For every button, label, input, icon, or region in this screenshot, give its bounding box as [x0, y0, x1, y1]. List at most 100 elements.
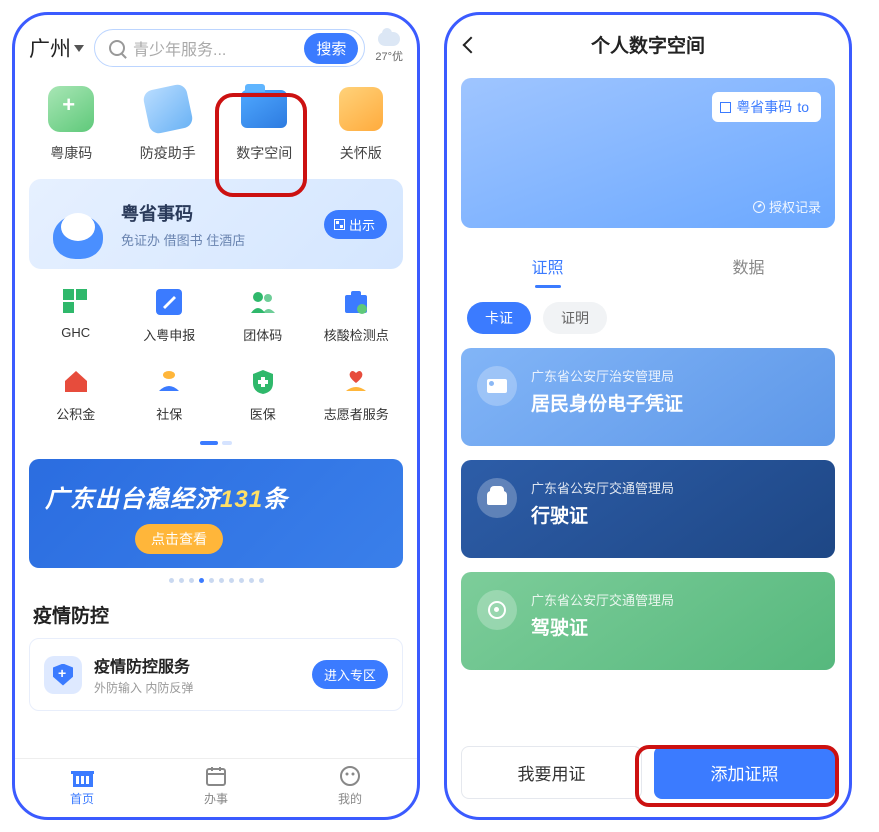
promo-button[interactable]: 点击查看: [135, 524, 223, 554]
grid-item-housing-fund[interactable]: 公积金: [29, 366, 123, 423]
tab-certificates[interactable]: 证照: [447, 244, 648, 288]
edit-icon: [154, 287, 184, 317]
quick-item-health-code[interactable]: 粤康码: [31, 83, 111, 163]
quick-access-row: 粤康码 防疫助手 数字空间 关怀版: [15, 73, 417, 179]
grid-label: 志愿者服务: [324, 404, 389, 423]
chevron-down-icon: [74, 45, 84, 52]
quick-item-epidemic-assistant[interactable]: 防疫助手: [128, 83, 208, 163]
service-enter-button[interactable]: 进入专区: [312, 660, 388, 689]
grid-item-entry-report[interactable]: 入粤申报: [123, 287, 217, 344]
cert-department: 广东省公安厅交通管理局: [531, 478, 819, 497]
section-title: 疫情防控: [15, 587, 417, 638]
quick-item-care-version[interactable]: 关怀版: [321, 83, 401, 163]
ghc-icon: [61, 287, 91, 317]
home-icon: [70, 765, 94, 787]
promo-banner[interactable]: 广东出台稳经济131条 点击查看: [29, 459, 403, 568]
mascot-icon: [45, 189, 115, 259]
search-button[interactable]: 搜索: [304, 33, 358, 64]
search-placeholder: 青少年服务...: [133, 36, 304, 60]
search-icon: [109, 40, 125, 56]
phone-right: 个人数字空间 粤省事码 to 授权记录 证照 数据 卡证 证明 广东省公: [444, 12, 852, 820]
hero-card: 粤省事码 to 授权记录: [461, 78, 835, 228]
grid-item-social-insurance[interactable]: 社保: [123, 366, 217, 423]
qr-icon: [334, 219, 345, 230]
shield-plus-icon: [44, 656, 82, 694]
cert-department: 广东省公安厅交通管理局: [531, 590, 819, 609]
filter-chips: 卡证 证明: [447, 288, 849, 348]
epidemic-service-card[interactable]: 疫情防控服务 外防输入 内防反弹 进入专区: [29, 638, 403, 711]
grid-item-medical-insurance[interactable]: 医保: [216, 366, 310, 423]
quick-item-digital-space[interactable]: 数字空间: [224, 83, 304, 163]
grid-pager: [15, 441, 417, 445]
grid-item-volunteer[interactable]: 志愿者服务: [310, 366, 404, 423]
profile-icon: [338, 765, 362, 787]
tab-data[interactable]: 数据: [648, 244, 849, 288]
id-card-icon: [477, 366, 517, 406]
car-icon: [477, 478, 517, 518]
phone-left: 广州 青少年服务... 搜索 27°优 粤康码 防疫助手: [12, 12, 420, 820]
search-bar[interactable]: 青少年服务... 搜索: [94, 29, 365, 67]
quick-label: 粤康码: [50, 143, 92, 163]
yss-code-banner[interactable]: 粤省事码 免证办 借图书 住酒店 出示: [29, 179, 403, 269]
header: 广州 青少年服务... 搜索 27°优: [15, 15, 417, 73]
cert-name: 驾驶证: [531, 613, 819, 640]
spray-icon: [142, 83, 194, 135]
qr-icon: [720, 102, 731, 113]
auth-records-link[interactable]: 授权记录: [753, 197, 821, 216]
service-title: 疫情防控服务: [94, 653, 300, 677]
city-name: 广州: [29, 33, 71, 63]
heart-hands-icon: [341, 366, 371, 396]
city-selector[interactable]: 广州: [29, 33, 84, 63]
cert-card-id[interactable]: 广东省公安厅治安管理局 居民身份电子凭证: [461, 348, 835, 446]
steering-wheel-icon: [477, 590, 517, 630]
tab-services[interactable]: 办事: [149, 765, 283, 807]
page-title: 个人数字空间: [465, 31, 831, 58]
quick-label: 数字空间: [236, 143, 292, 163]
grid-label: 入粤申报: [143, 325, 195, 344]
cert-name: 居民身份电子凭证: [531, 389, 819, 416]
tab-mine[interactable]: 我的: [283, 765, 417, 807]
cloud-icon: [378, 32, 400, 46]
add-cert-button[interactable]: 添加证照: [654, 746, 835, 799]
use-cert-button[interactable]: 我要用证: [461, 746, 642, 799]
quick-label: 防疫助手: [140, 143, 196, 163]
grid-item-group-code[interactable]: 团体码: [216, 287, 310, 344]
banner-subtitle: 免证办 借图书 住酒店: [121, 230, 324, 249]
grid-label: 核酸检测点: [324, 325, 389, 344]
action-buttons: 我要用证 添加证照: [447, 732, 849, 817]
weather-widget[interactable]: 27°优: [375, 32, 403, 64]
services-grid: GHC 入粤申报 团体码 核酸检测点 公积金 社保 医保 志愿者服务: [15, 269, 417, 429]
tab-home[interactable]: 首页: [15, 765, 149, 807]
chip-cards[interactable]: 卡证: [467, 302, 531, 334]
banner-title: 粤省事码: [121, 200, 324, 226]
tab-label: 办事: [204, 790, 228, 807]
quick-label: 关怀版: [340, 143, 382, 163]
content-tabs: 证照 数据: [447, 244, 849, 288]
grid-label: 医保: [250, 404, 276, 423]
cert-card-vehicle[interactable]: 广东省公安厅交通管理局 行驶证: [461, 460, 835, 558]
service-subtitle: 外防输入 内防反弹: [94, 679, 300, 696]
test-site-icon: [341, 287, 371, 317]
hands-icon: [154, 366, 184, 396]
care-icon: [339, 87, 383, 131]
cert-card-driver[interactable]: 广东省公安厅交通管理局 驾驶证: [461, 572, 835, 670]
clock-icon: [753, 201, 765, 213]
house-icon: [61, 366, 91, 396]
grid-item-test-sites[interactable]: 核酸检测点: [310, 287, 404, 344]
calendar-icon: [204, 765, 228, 787]
group-icon: [248, 287, 278, 317]
promo-pager: [15, 578, 417, 583]
folder-icon: [241, 90, 287, 128]
yss-code-badge[interactable]: 粤省事码 to: [712, 92, 821, 122]
certificate-list: 广东省公安厅治安管理局 居民身份电子凭证 广东省公安厅交通管理局 行驶证 广东省…: [447, 348, 849, 670]
grid-item-ghc[interactable]: GHC: [29, 287, 123, 344]
cert-name: 行驶证: [531, 501, 819, 528]
tab-label: 我的: [338, 790, 362, 807]
cert-department: 广东省公安厅治安管理局: [531, 366, 819, 385]
medical-shield-icon: [248, 366, 278, 396]
chip-proofs[interactable]: 证明: [543, 302, 607, 334]
grid-label: GHC: [61, 325, 90, 340]
grid-label: 社保: [156, 404, 182, 423]
show-code-button[interactable]: 出示: [324, 210, 387, 239]
tab-label: 首页: [70, 790, 94, 807]
